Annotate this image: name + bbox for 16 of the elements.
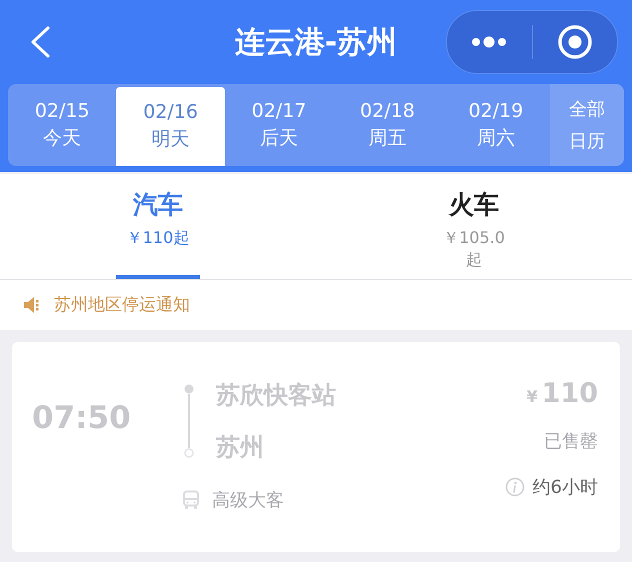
transport-tab[interactable]: 火车 ￥105.0起: [316, 174, 632, 279]
date-tab[interactable]: 02/16 明天: [116, 87, 225, 166]
date-tab[interactable]: 02/17 后天: [224, 84, 334, 166]
date-tab[interactable]: 02/18 周五: [333, 84, 442, 166]
bus-icon: [182, 490, 200, 510]
page-title: 连云港-苏州: [234, 24, 398, 62]
calendar-button[interactable]: 全部 日历: [550, 84, 624, 166]
date-tab[interactable]: 02/19 周六: [442, 84, 550, 166]
notice-link[interactable]: 苏州地区停运通知: [54, 293, 190, 316]
currency-sign: ¥: [526, 386, 538, 406]
transport-tab[interactable]: 汽车 ￥110起: [0, 174, 316, 279]
ticket-status: 已售罄: [544, 430, 598, 453]
target-icon: [556, 24, 593, 60]
bus-type: 高级大客: [212, 488, 284, 512]
trip-duration: 约6小时: [532, 476, 598, 499]
date-tab[interactable]: 02/15 今天: [8, 84, 116, 166]
